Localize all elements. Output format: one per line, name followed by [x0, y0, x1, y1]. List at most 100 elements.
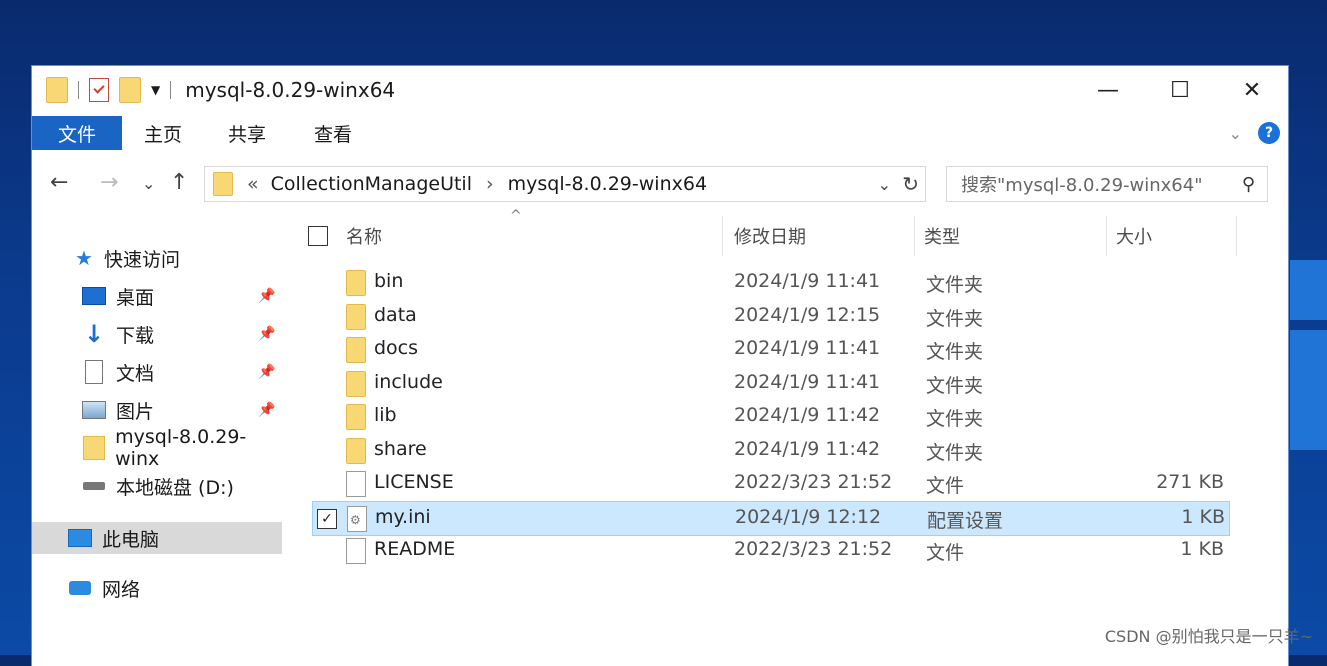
- search-icon[interactable]: ⚲: [1242, 174, 1255, 195]
- folder-icon: [346, 437, 366, 464]
- file-row[interactable]: include 2024/1/9 11:41 文件夹: [312, 367, 1228, 400]
- folder-icon: [346, 270, 366, 296]
- new-folder-icon[interactable]: [119, 77, 141, 103]
- column-header-date[interactable]: 修改日期: [734, 218, 806, 254]
- file-name: my.ini: [375, 505, 431, 528]
- row-checkbox[interactable]: ✓: [317, 508, 337, 529]
- window-controls: — ☐ ✕: [1072, 66, 1288, 114]
- forward-button[interactable]: →: [100, 170, 118, 195]
- file-row[interactable]: LICENSE 2022/3/23 21:52 文件 271 KB: [312, 467, 1228, 500]
- folder-icon: [346, 303, 366, 330]
- file-row[interactable]: docs 2024/1/9 11:41 文件夹: [312, 333, 1228, 366]
- file-row[interactable]: share 2024/1/9 11:42 文件夹: [312, 434, 1228, 467]
- column-divider[interactable]: [1236, 216, 1237, 256]
- window-title: mysql-8.0.29-winx64: [185, 78, 396, 102]
- desktop-background-shape: [1290, 330, 1327, 450]
- sidebar-item-documents[interactable]: 文档 📌: [82, 356, 275, 388]
- file-size: 1 KB: [1180, 538, 1224, 560]
- breadcrumb-separator[interactable]: ›: [486, 173, 494, 195]
- file-type: 文件夹: [926, 441, 984, 464]
- sidebar-item-local-disk-d[interactable]: 本地磁盘 (D:): [82, 470, 234, 502]
- drive-icon: [82, 474, 106, 498]
- file-type: 文件夹: [926, 307, 984, 330]
- address-dropdown-icon[interactable]: ⌄: [878, 175, 891, 194]
- desktop-icon: [82, 284, 106, 308]
- minimize-button[interactable]: —: [1072, 66, 1144, 114]
- file-icon: [346, 471, 366, 497]
- customize-toolbar-dropdown[interactable]: ▼: [151, 83, 160, 97]
- file-type: 文件夹: [926, 341, 984, 363]
- file-row[interactable]: bin 2024/1/9 11:41 文件夹: [312, 266, 1228, 299]
- up-button[interactable]: ↑: [170, 170, 188, 195]
- navigation-pane: ★ 快速访问 桌面 📌 ↓ 下载 📌 文档 📌 图片 📌 mysql-8.0.2…: [32, 236, 284, 656]
- file-date: 2024/1/9 11:41: [734, 270, 881, 292]
- close-button[interactable]: ✕: [1216, 66, 1288, 114]
- file-row[interactable]: data 2024/1/9 12:15 文件夹: [312, 300, 1228, 333]
- watermark: CSDN @别怕我只是一只羊~: [1104, 627, 1313, 646]
- search-input[interactable]: 搜索"mysql-8.0.29-winx64": [961, 171, 1202, 197]
- sidebar-item-label: 此电脑: [102, 528, 160, 551]
- recent-locations-button[interactable]: ⌄: [142, 174, 155, 193]
- sidebar-item-label: 图片: [116, 400, 155, 423]
- folder-icon: [82, 436, 105, 460]
- file-type: 文件夹: [926, 274, 984, 296]
- picture-icon: [82, 398, 106, 422]
- search-box[interactable]: 搜索"mysql-8.0.29-winx64" ⚲: [946, 166, 1268, 202]
- back-button[interactable]: ←: [50, 170, 68, 195]
- file-row[interactable]: ✓ ⚙ my.ini 2024/1/9 12:12 配置设置 1 KB: [312, 500, 1230, 536]
- pin-icon[interactable]: 📌: [258, 402, 275, 418]
- column-header-name[interactable]: 名称: [346, 218, 382, 254]
- breadcrumb-item[interactable]: mysql-8.0.29-winx64: [508, 173, 707, 195]
- pin-icon[interactable]: 📌: [258, 364, 275, 380]
- sidebar-item-pictures[interactable]: 图片 📌: [82, 394, 275, 426]
- tab-file[interactable]: 文件: [32, 116, 122, 150]
- file-type: 文件夹: [926, 408, 984, 430]
- file-row[interactable]: README 2022/3/23 21:52 文件 1 KB: [312, 534, 1228, 567]
- file-name: README: [374, 538, 456, 560]
- sidebar-item-mysql-folder[interactable]: mysql-8.0.29-winx: [82, 426, 284, 470]
- chevron-down-icon[interactable]: ⌄: [1229, 124, 1242, 143]
- sidebar-item-this-pc[interactable]: 此电脑: [32, 522, 282, 554]
- sidebar-item-quick-access[interactable]: ★ 快速访问: [72, 242, 180, 274]
- file-row[interactable]: lib 2024/1/9 11:42 文件夹: [312, 400, 1228, 433]
- tab-view[interactable]: 查看: [314, 116, 352, 150]
- column-divider[interactable]: [914, 216, 915, 256]
- tab-share[interactable]: 共享: [228, 116, 266, 150]
- file-size: 1 KB: [1181, 505, 1225, 528]
- breadcrumb-item[interactable]: CollectionManageUtil: [271, 173, 472, 195]
- column-divider[interactable]: [1106, 216, 1107, 256]
- file-type: 文件: [926, 542, 965, 564]
- file-name: share: [374, 437, 427, 460]
- breadcrumb-overflow[interactable]: «: [247, 173, 259, 195]
- sidebar-item-desktop[interactable]: 桌面 📌: [82, 280, 275, 312]
- sidebar-item-network[interactable]: 网络: [68, 572, 140, 604]
- document-icon: [82, 360, 106, 384]
- file-size: 271 KB: [1156, 471, 1224, 493]
- column-header-type[interactable]: 类型: [924, 218, 960, 254]
- file-type: 文件夹: [926, 374, 984, 397]
- pin-icon[interactable]: 📌: [258, 326, 275, 342]
- sidebar-item-label: mysql-8.0.29-winx: [115, 426, 247, 470]
- select-all-checkbox[interactable]: [308, 226, 328, 246]
- network-icon: [68, 576, 92, 600]
- tab-home[interactable]: 主页: [144, 116, 182, 150]
- sidebar-item-label: 文档: [116, 362, 155, 385]
- file-date: 2024/1/9 11:42: [734, 437, 881, 460]
- folder-icon: [213, 172, 233, 196]
- file-list: ^ 名称 修改日期 类型 大小 bin 2024/1/9 11:41 文件夹 data…: [302, 208, 1288, 658]
- maximize-button[interactable]: ☐: [1144, 66, 1216, 114]
- folder-icon: [346, 370, 366, 397]
- properties-icon[interactable]: [89, 78, 109, 102]
- column-header-size[interactable]: 大小: [1116, 218, 1152, 254]
- column-divider[interactable]: [722, 216, 723, 256]
- refresh-button[interactable]: ↻: [902, 172, 919, 196]
- pin-icon[interactable]: 📌: [258, 288, 275, 304]
- download-icon: ↓: [83, 320, 105, 348]
- ribbon: 文件 主页 共享 查看 ⌄ ?: [32, 114, 1288, 152]
- file-date: 2024/1/9 11:42: [734, 404, 881, 426]
- file-type: 文件: [926, 475, 965, 497]
- help-icon[interactable]: ?: [1258, 122, 1280, 144]
- sidebar-item-downloads[interactable]: ↓ 下载 📌: [82, 318, 276, 350]
- address-bar[interactable]: « CollectionManageUtil › mysql-8.0.29-wi…: [204, 166, 926, 202]
- folder-icon[interactable]: [46, 77, 68, 103]
